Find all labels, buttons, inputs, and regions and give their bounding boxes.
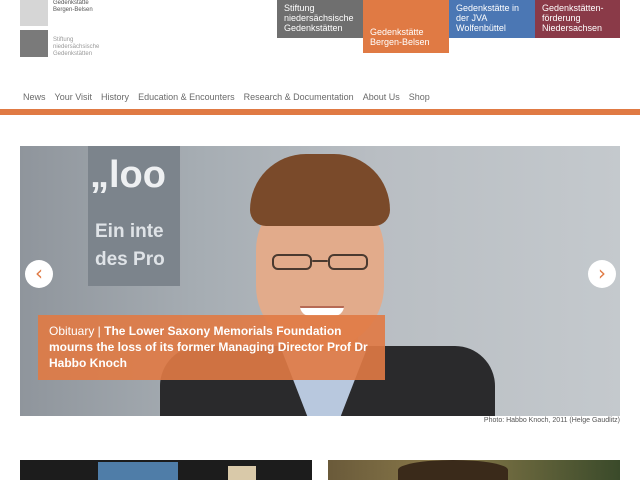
logo-bottom-line-1: Stiftung (53, 37, 74, 43)
glasses-left-lens (272, 254, 312, 270)
main-nav: News Your Visit History Education & Enco… (23, 92, 430, 102)
nav-item-shop[interactable]: Shop (409, 92, 430, 102)
hero-slider[interactable]: „loo Ein inte des Pro ‹ › Obituary | The… (20, 146, 620, 416)
slide-caption[interactable]: Obituary | The Lower Saxony Memorials Fo… (38, 315, 385, 380)
hero-photo-glasses (272, 254, 372, 272)
nav-item-history[interactable]: History (101, 92, 129, 102)
glasses-bridge (312, 260, 328, 262)
hero-photo-hair (250, 154, 390, 226)
logo-bottom-line-3: Gedenkstätten (53, 51, 93, 57)
slider-next-button[interactable]: › (588, 260, 616, 288)
chevron-right-icon: › (598, 261, 606, 285)
photo-credit: Photo: Habbo Knoch, 2011 (Helge Gaudlitz… (483, 417, 620, 424)
logo-top-line-2: Bergen-Belsen (53, 7, 93, 13)
nav-item-research[interactable]: Research & Documentation (244, 92, 354, 102)
nav-item-news[interactable]: News (23, 92, 46, 102)
institution-tab-wolfenbuettel[interactable]: Gedenkstätte in der JVA Wolfenbüttel (449, 0, 535, 38)
glasses-right-lens (328, 254, 368, 270)
logo-foundation-text: Stiftung niedersächsische Gedenkstätten (53, 37, 99, 58)
teaser-card-1[interactable] (20, 460, 312, 480)
teaser-card-2[interactable] (328, 460, 620, 480)
nav-accent-bar (0, 109, 640, 115)
teaser-card-2-image-detail (398, 460, 508, 480)
chevron-left-icon: ‹ (35, 261, 43, 285)
institution-tab-bergen-belsen[interactable]: Gedenkstätte Bergen-Belsen (363, 0, 449, 53)
logo-bergen-belsen-text: Gedenkstätte Bergen-Belsen (53, 0, 93, 14)
hero-photo-screen-text-1: „loo (90, 154, 166, 196)
institution-tab-foerderung[interactable]: Gedenkstätten-förderung Niedersachsen (535, 0, 620, 38)
hero-photo-screen-line-3: des Pro (95, 249, 165, 270)
logo-foundation-mark[interactable] (20, 30, 48, 57)
slide-caption-kicker: Obituary | (49, 324, 105, 338)
hero-photo-screen-text-2: Ein inte des Pro (95, 218, 165, 274)
teaser-card-1-panel (228, 466, 256, 480)
slider-prev-button[interactable]: ‹ (25, 260, 53, 288)
hero-photo-screen-line-2: Ein inte (95, 221, 164, 242)
logo-bottom-line-2: niedersächsische (53, 44, 100, 50)
logo-bergen-belsen-mark[interactable] (20, 0, 48, 26)
nav-item-your-visit[interactable]: Your Visit (55, 92, 93, 102)
institution-tab-foundation[interactable]: Stiftung niedersächsische Gedenkstätten (277, 0, 363, 38)
nav-item-about-us[interactable]: About Us (363, 92, 400, 102)
nav-item-education[interactable]: Education & Encounters (138, 92, 235, 102)
logo-top-line-1: Gedenkstätte (53, 0, 89, 6)
teaser-card-1-image-detail (98, 462, 178, 480)
